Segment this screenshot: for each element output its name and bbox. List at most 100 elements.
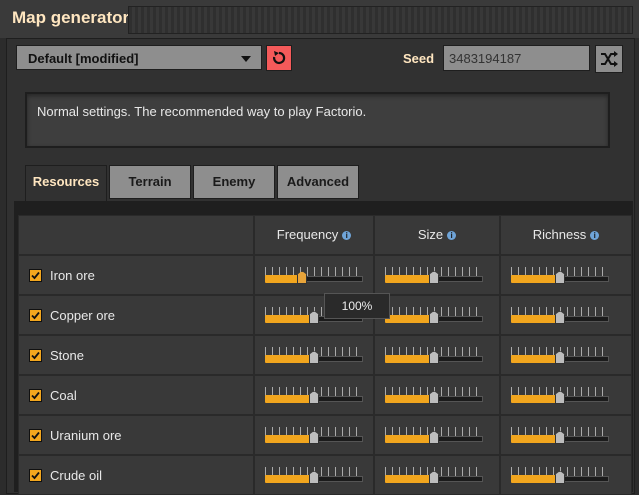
richness-slider[interactable] xyxy=(511,423,609,449)
slider-cell xyxy=(500,455,632,495)
slider-cell xyxy=(254,335,374,375)
table-row: Iron ore xyxy=(18,255,254,295)
slider-cell xyxy=(254,455,374,495)
slider-fill xyxy=(511,475,560,483)
slider-fill xyxy=(265,355,314,363)
slider-cell xyxy=(254,255,374,295)
slider-cell xyxy=(374,375,500,415)
tab-enemy[interactable]: Enemy xyxy=(193,165,275,199)
slider-fill xyxy=(385,315,434,323)
richness-slider[interactable] xyxy=(511,343,609,369)
frequency-slider[interactable] xyxy=(265,463,363,489)
preset-description: Normal settings. The recommended way to … xyxy=(25,92,610,148)
preset-label: Default [modified] xyxy=(28,51,139,66)
checkmark-icon xyxy=(31,431,40,440)
tab-resources[interactable]: Resources xyxy=(25,165,107,202)
slider-cell xyxy=(500,295,632,335)
slider-fill xyxy=(385,395,434,403)
size-slider[interactable] xyxy=(385,263,483,289)
richness-slider[interactable] xyxy=(511,303,609,329)
slider-fill xyxy=(511,435,560,443)
richness-slider[interactable] xyxy=(511,463,609,489)
seed-label: Seed xyxy=(403,51,435,66)
reset-icon xyxy=(273,51,286,65)
slider-cell xyxy=(254,375,374,415)
column-header-label: Size xyxy=(417,227,444,242)
resource-name: Crude oil xyxy=(50,468,103,483)
checkmark-icon xyxy=(31,271,40,280)
slider-cell xyxy=(500,375,632,415)
resource-checkbox[interactable] xyxy=(29,349,42,362)
slider-cell xyxy=(374,415,500,455)
chevron-down-icon xyxy=(241,56,251,62)
column-header-frequency: Frequency i xyxy=(254,215,374,255)
resource-name: Uranium ore xyxy=(50,428,122,443)
resource-name: Coal xyxy=(50,388,77,403)
checkmark-icon xyxy=(31,391,40,400)
slider-fill xyxy=(511,395,560,403)
frequency-slider[interactable] xyxy=(265,423,363,449)
slider-cell xyxy=(374,255,500,295)
slider-cell xyxy=(500,415,632,455)
slider-cell xyxy=(500,335,632,375)
preset-dropdown[interactable]: Default [modified] xyxy=(16,45,262,70)
table-header-empty xyxy=(18,215,254,255)
resource-checkbox[interactable] xyxy=(29,389,42,402)
frequency-slider[interactable] xyxy=(265,263,363,289)
window-title-bar: Map generator xyxy=(0,0,639,38)
resource-checkbox[interactable] xyxy=(29,429,42,442)
window-title: Map generator xyxy=(12,8,130,27)
slider-tooltip: 100% xyxy=(324,293,390,319)
slider-fill xyxy=(265,475,314,483)
slider-fill xyxy=(385,275,434,283)
size-slider[interactable] xyxy=(385,463,483,489)
size-slider[interactable] xyxy=(385,383,483,409)
checkmark-icon xyxy=(31,311,40,320)
column-header-size: Size i xyxy=(374,215,500,255)
slider-fill xyxy=(385,475,434,483)
size-slider[interactable] xyxy=(385,303,483,329)
reset-preset-button[interactable] xyxy=(266,45,292,71)
resource-checkbox[interactable] xyxy=(29,469,42,482)
resource-checkbox[interactable] xyxy=(29,309,42,322)
column-header-label: Frequency xyxy=(276,227,339,242)
slider-fill xyxy=(511,275,560,283)
size-slider[interactable] xyxy=(385,423,483,449)
checkmark-icon xyxy=(31,471,40,480)
info-icon[interactable]: i xyxy=(342,231,352,241)
resource-name: Stone xyxy=(50,348,84,363)
frequency-slider[interactable] xyxy=(265,383,363,409)
info-icon[interactable]: i xyxy=(590,231,600,241)
richness-slider[interactable] xyxy=(511,383,609,409)
table-row: Crude oil xyxy=(18,455,254,495)
resources-table: Frequency i Size i Richness i Iron ore Copp… xyxy=(14,201,633,495)
slider-cell xyxy=(254,415,374,455)
resource-checkbox[interactable] xyxy=(29,269,42,282)
seed-input[interactable] xyxy=(443,45,590,71)
column-header-label: Richness xyxy=(532,227,587,242)
checkmark-icon xyxy=(31,351,40,360)
slider-cell xyxy=(500,255,632,295)
tab-advanced[interactable]: Advanced xyxy=(277,165,359,199)
slider-fill xyxy=(265,435,314,443)
size-slider[interactable] xyxy=(385,343,483,369)
randomize-seed-button[interactable] xyxy=(595,45,623,73)
resource-name: Copper ore xyxy=(50,308,116,323)
slider-fill xyxy=(511,355,560,363)
shuffle-icon xyxy=(601,51,618,67)
title-drag-handle[interactable] xyxy=(128,6,633,34)
resource-name: Iron ore xyxy=(50,268,95,283)
richness-slider[interactable] xyxy=(511,263,609,289)
slider-fill xyxy=(385,355,434,363)
slider-cell xyxy=(374,455,500,495)
slider-fill xyxy=(385,435,434,443)
table-row: Coal xyxy=(18,375,254,415)
slider-fill xyxy=(265,395,314,403)
tab-terrain[interactable]: Terrain xyxy=(109,165,191,199)
slider-cell xyxy=(374,295,500,335)
slider-fill xyxy=(265,275,302,283)
info-icon[interactable]: i xyxy=(447,231,457,241)
slider-cell xyxy=(374,335,500,375)
table-row: Stone xyxy=(18,335,254,375)
frequency-slider[interactable] xyxy=(265,343,363,369)
